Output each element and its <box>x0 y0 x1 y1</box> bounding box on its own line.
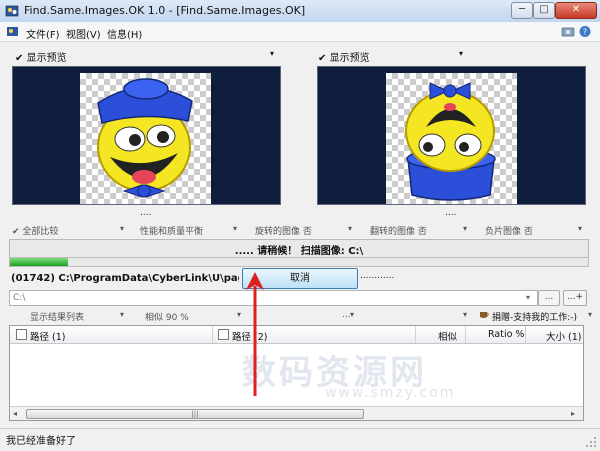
toolbar-image-icon[interactable] <box>561 25 575 38</box>
more-dropdown-icon[interactable]: ▾ <box>350 310 354 319</box>
progress-bar <box>9 257 589 267</box>
show-result-list[interactable]: 显示结果列表 <box>30 310 84 323</box>
horizontal-scrollbar[interactable]: ◂ ||| ▸ <box>10 406 583 420</box>
app-menu-icon[interactable] <box>6 25 19 38</box>
close-button[interactable]: ✕ <box>555 2 597 19</box>
app-icon <box>5 5 19 17</box>
path-dropdown-icon[interactable]: ▾ <box>526 293 530 302</box>
col-path1[interactable]: 路径 (1) <box>30 329 65 343</box>
col-similar[interactable]: 相似 <box>438 329 457 343</box>
checkmark-icon: ✔ <box>318 53 327 64</box>
browse-button[interactable]: ... <box>538 290 560 306</box>
menu-view[interactable]: 视图(V) <box>66 26 101 41</box>
scan-message: ..... 请稍候！ 扫描图像: C:\ <box>234 246 364 257</box>
show-list-dropdown-icon[interactable]: ▾ <box>120 310 124 319</box>
results-header: 路径 (1) 路径 (2) 相似 Ratio % 大小 (1) <box>10 326 583 344</box>
rotated-option[interactable]: 旋转的图像 否 <box>255 224 312 237</box>
menu-info[interactable]: 信息(H) <box>107 26 142 41</box>
help-icon[interactable]: ? <box>578 25 592 38</box>
scroll-left-icon[interactable]: ◂ <box>13 409 17 418</box>
similarity-threshold[interactable]: 相似 90 % <box>145 310 189 323</box>
smiley-image-left <box>97 78 193 198</box>
column-divider[interactable] <box>212 326 213 343</box>
annotation-arrow-icon <box>246 272 264 396</box>
scan-message-bar: ..... 请稍候！ 扫描图像: C:\ <box>9 239 589 258</box>
svg-text:?: ? <box>583 28 587 37</box>
menu-file[interactable]: 文件(F) <box>26 26 60 41</box>
preview-right-label: 显示预览 <box>329 53 370 64</box>
scan-dots: ............ <box>360 271 395 281</box>
donate-menu-dropdown-icon[interactable]: ▾ <box>588 310 592 319</box>
minimize-button[interactable]: ─ <box>511 2 533 19</box>
progress-fill <box>10 258 68 266</box>
negative-dropdown-icon[interactable]: ▾ <box>578 224 582 233</box>
cup-icon <box>480 312 489 318</box>
negative-option[interactable]: 负片图像 否 <box>485 224 533 237</box>
preview-pane-left[interactable] <box>12 66 281 205</box>
compare-all-option[interactable]: ✔ 全部比较 <box>12 224 58 237</box>
current-scan-path: (01742) C:\ProgramData\CyberLink\U\pages… <box>11 273 239 284</box>
checkmark-icon: ✔ <box>15 53 24 64</box>
balance-dropdown-icon[interactable]: ▾ <box>233 224 237 233</box>
status-bar <box>0 428 600 451</box>
column-divider[interactable] <box>415 326 416 343</box>
select-all-path1-checkbox[interactable] <box>16 329 27 340</box>
preview-right-toggle[interactable]: ✔ 显示预览 <box>318 49 370 64</box>
preview-left-toggle[interactable]: ✔ 显示预览 <box>15 49 67 64</box>
donate-link[interactable]: 捐赠-支持我的工作:-) <box>492 310 577 323</box>
resize-grip-icon[interactable] <box>585 436 597 448</box>
maximize-button[interactable]: □ <box>533 2 555 19</box>
preview-right-caption: .... <box>445 208 457 218</box>
flipped-option[interactable]: 翻转的图像 否 <box>370 224 427 237</box>
scroll-grip: ||| <box>191 410 199 418</box>
preview-left-caption: .... <box>140 208 152 218</box>
window-title: Find.Same.Images.OK 1.0 - [Find.Same.Ima… <box>24 4 306 17</box>
col-ratio[interactable]: Ratio % <box>488 329 524 340</box>
compare-all-label: 全部比较 <box>22 227 59 237</box>
donate-dropdown-icon[interactable]: ▾ <box>463 310 467 319</box>
select-all-path2-checkbox[interactable] <box>218 329 229 340</box>
image-right <box>386 73 517 204</box>
rotated-dropdown-icon[interactable]: ▾ <box>348 224 352 233</box>
path-input[interactable]: C:\ <box>9 290 538 306</box>
similarity-dropdown-icon[interactable]: ▾ <box>237 310 241 319</box>
compare-all-dropdown-icon[interactable]: ▾ <box>120 224 124 233</box>
smiley-image-right <box>405 82 496 201</box>
preview-left-label: 显示预览 <box>26 53 67 64</box>
add-path-button[interactable]: ...+ <box>563 290 587 306</box>
flipped-dropdown-icon[interactable]: ▾ <box>463 224 467 233</box>
checkmark-icon: ✔ <box>12 227 20 237</box>
preview-right-dropdown-icon[interactable]: ▾ <box>459 49 463 58</box>
column-divider[interactable] <box>525 326 526 343</box>
balance-option[interactable]: 性能和质量平衡 <box>140 224 203 237</box>
scroll-right-icon[interactable]: ▸ <box>571 409 575 418</box>
column-divider[interactable] <box>465 326 466 343</box>
scroll-thumb[interactable]: ||| <box>26 409 364 419</box>
watermark-url: www.smzy.com <box>325 385 456 401</box>
status-text: 我已经准备好了 <box>6 436 76 447</box>
preview-left-dropdown-icon[interactable]: ▾ <box>270 49 274 58</box>
image-left <box>80 73 211 204</box>
preview-pane-right[interactable] <box>317 66 586 205</box>
col-size1[interactable]: 大小 (1) <box>546 329 581 343</box>
